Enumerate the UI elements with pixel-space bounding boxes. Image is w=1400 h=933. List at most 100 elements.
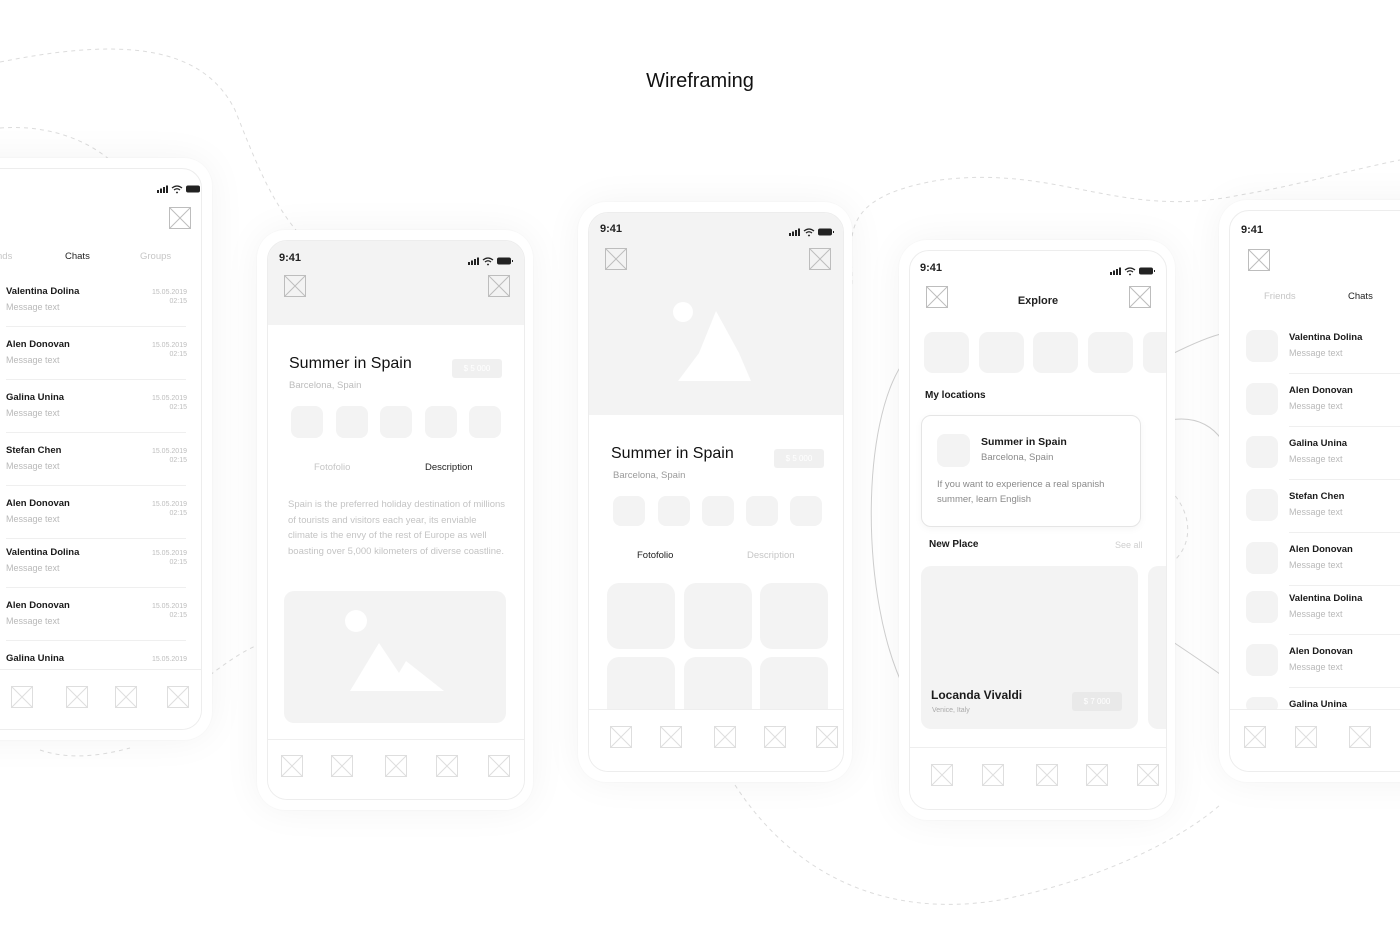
tab-friends[interactable]: nds	[0, 251, 12, 262]
thumbnail[interactable]	[658, 496, 690, 526]
contact-name: Valentina Dolina	[1289, 593, 1363, 604]
category-item[interactable]	[1143, 332, 1166, 373]
gallery-photo[interactable]	[760, 583, 828, 649]
nav-icon[interactable]	[488, 755, 510, 777]
bottom-nav	[589, 709, 843, 771]
thumbnail[interactable]	[746, 496, 778, 526]
thumbnail[interactable]	[702, 496, 734, 526]
status-icons	[789, 224, 843, 237]
nav-icon[interactable]	[167, 686, 189, 708]
nav-icon[interactable]	[764, 726, 786, 748]
nav-icon[interactable]	[115, 686, 137, 708]
nav-icon[interactable]	[436, 755, 458, 777]
chat-date: 15.05.2019	[151, 550, 187, 557]
nav-icon[interactable]	[1036, 764, 1058, 786]
chat-row[interactable]: Valentina Dolina Message text	[1230, 587, 1400, 640]
thumbnail[interactable]	[790, 496, 822, 526]
nav-icon[interactable]	[610, 726, 632, 748]
chat-row[interactable]: Alen Donovan Message text	[1230, 538, 1400, 591]
nav-icon[interactable]	[11, 686, 33, 708]
phone-detail-fotofolio: 9:41 Summer in Spain Barcelona, Spain $ …	[578, 202, 852, 782]
place-card[interactable]: Locanda Vivaldi Venice, Italy $ 7 000	[921, 566, 1138, 729]
search-icon[interactable]	[1129, 286, 1151, 308]
thumbnail[interactable]	[425, 406, 457, 438]
chat-row[interactable]: Alen Donovan Message text 15.05.2019 02:1…	[0, 496, 201, 549]
thumbnail[interactable]	[469, 406, 501, 438]
tab-description[interactable]: Description	[747, 550, 795, 561]
chat-row[interactable]: Alen Donovan Message text	[1230, 640, 1400, 693]
category-item[interactable]	[924, 332, 969, 373]
message-preview: Message text	[1289, 401, 1343, 411]
menu-icon[interactable]	[488, 275, 510, 297]
location-thumbnail	[937, 434, 970, 467]
chat-row[interactable]: Valentina Dolina Message text 15.05.2019…	[0, 545, 201, 598]
place-location: Venice, Italy	[932, 707, 970, 714]
nav-icon[interactable]	[1349, 726, 1371, 748]
nav-icon[interactable]	[982, 764, 1004, 786]
contact-name: Valentina Dolina	[6, 286, 80, 297]
chat-row[interactable]: Galina Unina Message text	[1230, 432, 1400, 485]
chat-row[interactable]: Alen Donovan Message text 15.05.2019 02:1…	[0, 598, 201, 651]
chat-row[interactable]: Galina Unina 15.05.2019	[0, 651, 201, 671]
gallery-photo[interactable]	[684, 583, 752, 649]
tab-fotofolio[interactable]: Fotofolio	[314, 462, 350, 473]
nav-icon[interactable]	[816, 726, 838, 748]
status-icons	[468, 253, 524, 266]
gallery-photo[interactable]	[607, 583, 675, 649]
chat-row[interactable]: Stefan Chen Message text 15.05.2019 02:15	[0, 443, 201, 496]
tab-friends[interactable]: Friends	[1264, 291, 1296, 302]
tab-fotofolio[interactable]: Fotofolio	[637, 550, 673, 561]
location-subtitle: Barcelona, Spain	[981, 452, 1054, 463]
avatar	[1246, 330, 1278, 362]
screen: 9:41 Summer in Spain Barcelona, Spain $ …	[588, 212, 844, 772]
category-item[interactable]	[1088, 332, 1133, 373]
category-item[interactable]	[979, 332, 1024, 373]
message-preview: Message text	[1289, 507, 1343, 517]
chat-row[interactable]: Alen Donovan Message text	[1230, 379, 1400, 432]
back-icon[interactable]	[1248, 249, 1270, 271]
nav-icon[interactable]	[331, 755, 353, 777]
profile-placeholder-icon[interactable]	[169, 207, 191, 229]
message-preview: Message text	[6, 563, 60, 573]
chat-row[interactable]: Galina Unina Message text 15.05.2019 02:1…	[0, 390, 201, 443]
back-icon[interactable]	[284, 275, 306, 297]
menu-icon[interactable]	[809, 248, 831, 270]
nav-icon[interactable]	[1244, 726, 1266, 748]
nav-icon[interactable]	[1086, 764, 1108, 786]
nav-icon[interactable]	[1295, 726, 1317, 748]
screen-title: Explore	[1017, 295, 1059, 307]
thumbnail[interactable]	[613, 496, 645, 526]
thumbnail[interactable]	[380, 406, 412, 438]
nav-icon[interactable]	[660, 726, 682, 748]
location-card[interactable]: Summer in Spain Barcelona, Spain If you …	[921, 415, 1141, 527]
nav-icon[interactable]	[281, 755, 303, 777]
tab-groups[interactable]: Groups	[140, 251, 171, 262]
category-item[interactable]	[1033, 332, 1078, 373]
nav-icon[interactable]	[931, 764, 953, 786]
chat-date: 15.05.2019	[151, 289, 187, 296]
message-preview: Message text	[1289, 454, 1343, 464]
status-time: 9:41	[279, 252, 302, 264]
nav-icon[interactable]	[385, 755, 407, 777]
message-preview: Message text	[6, 616, 60, 626]
contact-name: Alen Donovan	[6, 498, 70, 509]
place-card-next[interactable]	[1148, 566, 1166, 729]
nav-icon[interactable]	[66, 686, 88, 708]
tab-chats[interactable]: Chats	[1348, 291, 1373, 302]
chat-row[interactable]: Stefan Chen Message text	[1230, 485, 1400, 538]
chat-row[interactable]: Alen Donovan Message text 15.05.2019 02:1…	[0, 337, 201, 390]
chat-row[interactable]: Valentina Dolina Message text	[1230, 326, 1400, 379]
back-icon[interactable]	[605, 248, 627, 270]
chat-date: 15.05.2019	[151, 501, 187, 508]
chat-time: 02:15	[169, 457, 187, 464]
tab-description[interactable]: Description	[425, 462, 473, 473]
thumbnail[interactable]	[291, 406, 323, 438]
tab-chats[interactable]: Chats	[65, 251, 90, 262]
see-all-link[interactable]: See all	[1115, 540, 1143, 550]
mountain-icon	[345, 610, 444, 691]
chat-row[interactable]: Valentina Dolina Message text 15.05.2019…	[0, 284, 201, 337]
chat-date: 15.05.2019	[151, 448, 187, 455]
nav-icon[interactable]	[714, 726, 736, 748]
thumbnail[interactable]	[336, 406, 368, 438]
nav-icon[interactable]	[1137, 764, 1159, 786]
